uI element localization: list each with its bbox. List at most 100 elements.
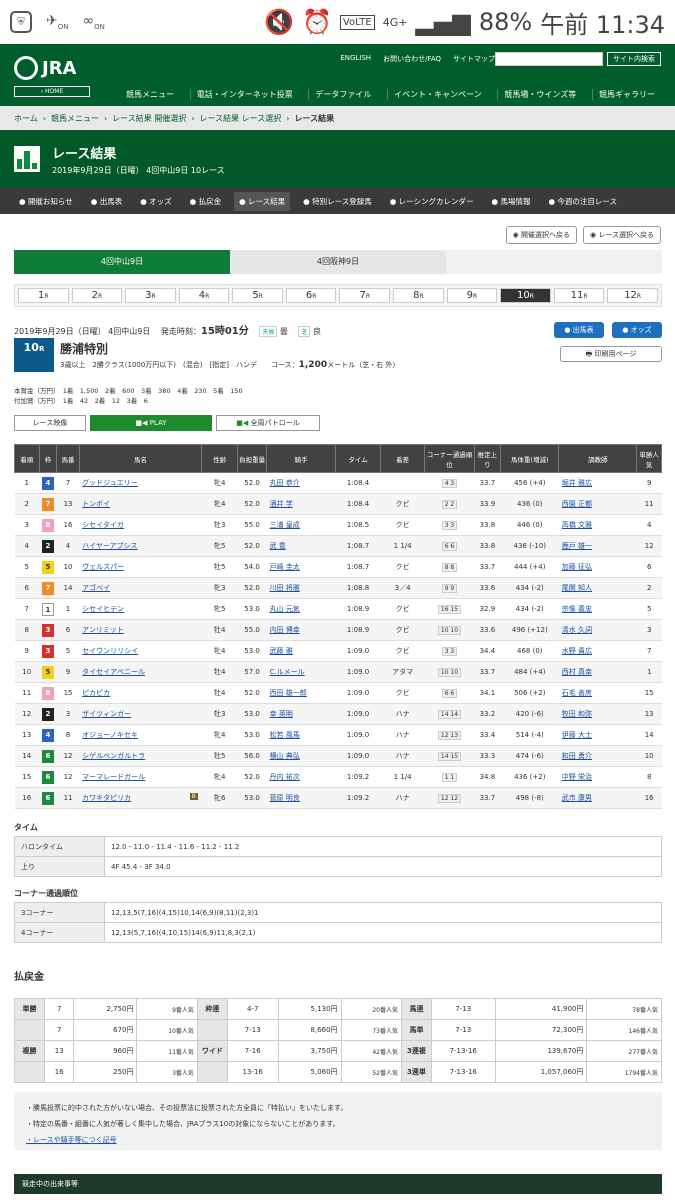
subnav-item[interactable]: ● 払戻金 bbox=[185, 192, 226, 211]
cell[interactable]: 川田 将雅 bbox=[266, 577, 336, 599]
cell[interactable]: セイウンリリシイ bbox=[79, 640, 202, 662]
column-header: 馬番 bbox=[56, 444, 80, 473]
breadcrumb-item[interactable]: 競馬メニュー bbox=[51, 113, 99, 124]
cell[interactable]: タイセイアベニール bbox=[79, 661, 202, 683]
cell[interactable]: グッドジュエリー bbox=[79, 472, 202, 494]
cell[interactable]: 尾関 知人 bbox=[558, 577, 637, 599]
nav-item[interactable]: イベント・キャンペーン bbox=[387, 89, 488, 100]
cell[interactable]: 武 豊 bbox=[266, 535, 336, 557]
cell[interactable]: 丹内 祐次 bbox=[266, 766, 336, 788]
site-search-button[interactable]: サイト内検索 bbox=[607, 52, 661, 66]
cell[interactable]: 丸山 元気 bbox=[266, 598, 336, 620]
cell[interactable]: 高橋 文雅 bbox=[558, 514, 637, 536]
cell[interactable]: 鹿戸 雄一 bbox=[558, 535, 637, 557]
cell[interactable]: 戸崎 圭太 bbox=[266, 556, 336, 578]
jra-logo[interactable]: JRA bbox=[14, 56, 77, 80]
cell[interactable]: 中野 栄治 bbox=[558, 766, 637, 788]
subnav-item[interactable]: ● 今週の注目レース bbox=[543, 192, 622, 211]
site-search-input[interactable] bbox=[495, 52, 603, 66]
cell[interactable]: 内田 博幸 bbox=[266, 619, 336, 641]
back-to-race-button[interactable]: ◉ レース選択へ戻る bbox=[583, 226, 661, 244]
cell[interactable]: 松若 風馬 bbox=[266, 724, 336, 746]
cell[interactable]: シゲルベンガルトラ bbox=[79, 745, 202, 767]
cell[interactable]: C.ルメール bbox=[266, 661, 336, 683]
cell[interactable]: シセイタイガ bbox=[79, 514, 202, 536]
cell[interactable]: 武市 康男 bbox=[558, 787, 637, 809]
venue-tab-active[interactable]: 4回中山9日 bbox=[14, 250, 230, 274]
cell[interactable]: ピカピカ bbox=[79, 682, 202, 704]
cell[interactable]: 堀井 雅広 bbox=[558, 472, 637, 494]
cell[interactable]: 加藤 征弘 bbox=[558, 556, 637, 578]
race-tab[interactable]: 11R bbox=[553, 288, 605, 303]
cell[interactable]: 宗像 義忠 bbox=[558, 598, 637, 620]
english-link[interactable]: ENGLISH bbox=[340, 54, 371, 64]
cell[interactable]: 丸田 恭介 bbox=[266, 472, 336, 494]
cell[interactable]: カワキタピリカ B bbox=[79, 787, 202, 809]
cell: 4 bbox=[14, 535, 40, 557]
cell[interactable]: 横山 典弘 bbox=[266, 745, 336, 767]
subnav-item[interactable]: ● 馬場情報 bbox=[487, 192, 536, 211]
nav-item[interactable]: 競馬ギャラリー bbox=[591, 89, 661, 100]
cell[interactable]: トンボイ bbox=[79, 493, 202, 515]
venue-tab[interactable]: 4回阪神9日 bbox=[230, 250, 446, 274]
subnav-item-active[interactable]: ● レース結果 bbox=[234, 191, 291, 211]
print-page-button[interactable]: 🖶 印刷用ページ bbox=[560, 346, 662, 362]
nav-item[interactable]: 競馬メニュー bbox=[120, 89, 180, 100]
race-tab[interactable]: 4R bbox=[178, 288, 230, 303]
contact-link[interactable]: お問い合わせ/FAQ bbox=[383, 54, 441, 64]
back-to-meeting-button[interactable]: ◉ 開催選択へ戻る bbox=[505, 226, 577, 244]
column-header: 枠 bbox=[38, 444, 58, 473]
nav-item[interactable]: 競馬場・ウインズ等 bbox=[497, 89, 582, 100]
race-tab[interactable]: 5R bbox=[232, 288, 283, 303]
cell[interactable]: アゴベイ bbox=[79, 577, 202, 599]
cell[interactable]: オジョーノキセキ bbox=[79, 724, 202, 746]
cell[interactable]: 和田 勇介 bbox=[558, 745, 637, 767]
cell[interactable]: 菅原 明良 bbox=[266, 787, 336, 809]
subnav-item[interactable]: ● レーシングカレンダー bbox=[385, 192, 479, 211]
subnav-item[interactable]: ● オッズ bbox=[135, 192, 176, 211]
cell[interactable]: 西園 正都 bbox=[558, 493, 637, 515]
subnav-item[interactable]: ● 出馬表 bbox=[86, 192, 127, 211]
odds-button[interactable]: ● オッズ bbox=[612, 322, 662, 338]
race-tab[interactable]: 2R bbox=[71, 288, 123, 303]
cell[interactable]: 武藤 雅 bbox=[266, 640, 336, 662]
breadcrumb-item[interactable]: ホーム bbox=[14, 113, 38, 124]
race-tab[interactable]: 12R bbox=[607, 288, 658, 303]
race-tab[interactable]: 7R bbox=[339, 288, 391, 303]
patrol-video-button[interactable]: ■◀ 全周パトロール bbox=[216, 415, 320, 431]
note-item[interactable]: ・レースや騎手等につく記号 bbox=[26, 1132, 650, 1148]
subnav-item[interactable]: ● 特別レース登録馬 bbox=[298, 192, 377, 211]
cell[interactable]: シセイヒテン bbox=[79, 598, 202, 620]
sitemap-link[interactable]: サイトマップ bbox=[453, 54, 495, 64]
cell[interactable]: 三浦 皇成 bbox=[266, 514, 336, 536]
cell[interactable]: 石毛 善房 bbox=[558, 682, 637, 704]
race-tab[interactable]: 6R bbox=[285, 288, 337, 303]
race-tab[interactable]: 8R bbox=[393, 288, 444, 303]
cell[interactable]: 西田 雄一郎 bbox=[266, 682, 336, 704]
nav-item[interactable]: 電話・インターネット投票 bbox=[189, 89, 299, 100]
play-button[interactable]: ■◀ PLAY bbox=[90, 415, 212, 431]
cell[interactable]: 西村 真幸 bbox=[558, 661, 637, 683]
cell[interactable]: アンリミット bbox=[79, 619, 202, 641]
nav-item[interactable]: データファイル bbox=[308, 89, 377, 100]
cell[interactable]: 酒井 学 bbox=[266, 493, 336, 515]
race-tab[interactable]: 9R bbox=[446, 288, 498, 303]
breadcrumb-item[interactable]: レース結果 レース選択 bbox=[200, 113, 282, 124]
cell[interactable]: ザイツィンガー bbox=[79, 703, 202, 725]
race-tab[interactable]: 3R bbox=[125, 288, 176, 303]
cell[interactable]: 伊藤 大士 bbox=[558, 724, 637, 746]
cell[interactable]: 幸 英明 bbox=[266, 703, 336, 725]
cell[interactable]: ヴェルスパー bbox=[79, 556, 202, 578]
corner-position: 12 12 bbox=[437, 793, 462, 803]
breadcrumb-item[interactable]: レース結果 開催選択 bbox=[112, 113, 186, 124]
cell[interactable]: マーマレードガール bbox=[79, 766, 202, 788]
cell[interactable]: 牧田 和弥 bbox=[558, 703, 637, 725]
cell[interactable]: ハイヤーアプシス bbox=[79, 535, 202, 557]
entry-list-button[interactable]: ● 出馬表 bbox=[554, 322, 604, 338]
home-button[interactable]: ‹ HOME bbox=[14, 86, 90, 97]
subnav-item[interactable]: ● 開催お知らせ bbox=[14, 192, 78, 211]
race-tab[interactable]: 1R bbox=[18, 288, 69, 303]
cell[interactable]: 清水 久詞 bbox=[558, 619, 637, 641]
race-tab-active[interactable]: 10R bbox=[500, 288, 551, 303]
cell[interactable]: 水野 貴広 bbox=[558, 640, 637, 662]
